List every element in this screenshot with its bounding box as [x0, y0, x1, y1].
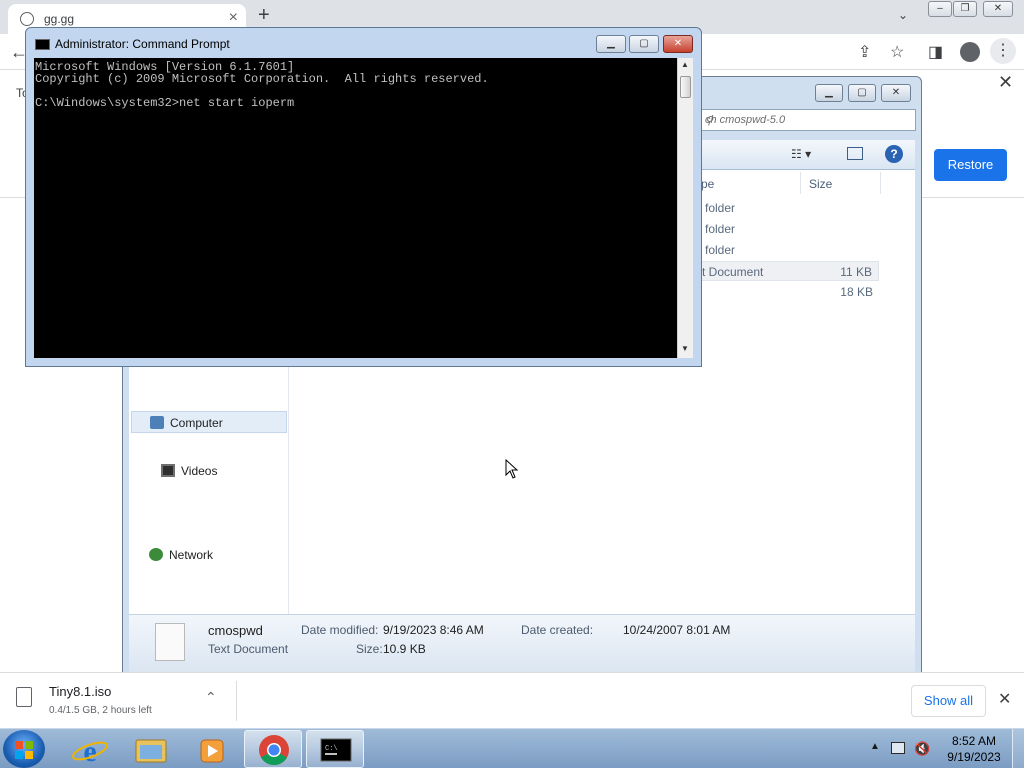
column-divider[interactable]: [800, 172, 801, 194]
search-icon[interactable]: ⚲: [705, 114, 911, 127]
console-scrollbar[interactable]: ▲ ▼: [677, 58, 693, 358]
cmd-minimize-button[interactable]: ▁: [596, 35, 626, 53]
side-panel-icon[interactable]: ◨: [928, 42, 943, 62]
cmd-maximize-button[interactable]: ▢: [629, 35, 659, 53]
profile-avatar[interactable]: [960, 42, 980, 62]
close-tab-icon[interactable]: ×: [229, 9, 238, 27]
date-modified-label: Date modified:: [301, 623, 379, 637]
restore-button[interactable]: Restore: [934, 149, 1007, 181]
computer-icon: [150, 416, 164, 429]
size-value: 10.9 KB: [383, 642, 426, 656]
window-title: Administrator: Command Prompt: [55, 37, 230, 51]
volume-muted-icon[interactable]: 🔇: [914, 741, 930, 757]
show-desktop-button[interactable]: [1012, 729, 1024, 768]
chrome-icon: [259, 735, 289, 766]
video-library-icon: [161, 464, 175, 477]
chevron-up-icon[interactable]: ⌃: [205, 689, 217, 706]
clock-time[interactable]: 8:52 AM: [945, 734, 1003, 748]
file-row[interactable]: e folder: [689, 240, 879, 260]
explorer-minimize-button[interactable]: ▁: [815, 84, 843, 102]
svg-text:e: e: [83, 735, 96, 768]
command-prompt-window: Administrator: Command Prompt ▁ ▢ ✕ Micr…: [25, 27, 702, 367]
nav-label: Computer: [170, 416, 223, 430]
scrollbar-thumb[interactable]: [680, 76, 691, 98]
explorer-search-input[interactable]: ch cmospwd-5.0 ⚲: [698, 109, 916, 131]
file-size: 18 KB: [840, 285, 873, 299]
infobar-close-icon[interactable]: ✕: [998, 72, 1013, 93]
scroll-down-arrow-icon[interactable]: ▼: [681, 344, 689, 353]
command-prompt-icon: C:\: [320, 738, 352, 762]
svg-text:C:\: C:\: [325, 745, 338, 753]
date-created-label: Date created:: [521, 623, 594, 637]
scroll-up-arrow-icon[interactable]: ▲: [681, 60, 689, 69]
folder-icon: [135, 739, 167, 763]
taskbar-media-player[interactable]: [182, 730, 240, 768]
nav-item-computer[interactable]: Computer: [131, 411, 287, 433]
windows-logo-icon: [25, 751, 33, 759]
browser-minimize-button[interactable]: –: [928, 1, 952, 17]
column-divider[interactable]: [880, 172, 881, 194]
download-filename[interactable]: Tiny8.1.iso: [49, 684, 111, 699]
show-all-button[interactable]: Show all: [911, 685, 986, 717]
media-player-icon: [200, 739, 224, 763]
command-prompt-icon: [35, 39, 50, 50]
file-row[interactable]: e folder: [689, 198, 879, 218]
file-size: 11 KB: [840, 265, 872, 279]
taskbar-command-prompt[interactable]: C:\: [306, 730, 364, 768]
taskbar-windows-explorer[interactable]: [121, 730, 179, 768]
divider: [236, 681, 237, 721]
preview-pane-icon[interactable]: [847, 147, 863, 160]
taskbar-internet-explorer[interactable]: e: [60, 730, 118, 768]
windows-logo-icon: [15, 741, 23, 749]
date-created-value: 10/24/2007 8:01 AM: [623, 623, 731, 637]
file-row-selected[interactable]: xt Document 11 KB: [689, 261, 879, 281]
network-status-icon[interactable]: [891, 742, 905, 754]
console-line: Copyright (c) 2009 Microsoft Corporation…: [35, 72, 489, 86]
nav-label: Videos: [181, 464, 218, 478]
text-document-icon: [155, 623, 185, 661]
share-icon[interactable]: ⇪: [858, 42, 871, 62]
file-icon: [16, 687, 32, 707]
tab-title: gg.gg: [44, 12, 75, 26]
browser-restore-button[interactable]: ❐: [953, 1, 977, 17]
console-output[interactable]: Microsoft Windows [Version 6.1.7601] Cop…: [34, 58, 693, 358]
more-menu-icon[interactable]: ⋮: [990, 38, 1016, 64]
file-row[interactable]: e 18 KB: [689, 282, 879, 302]
start-button[interactable]: [3, 730, 45, 768]
taskbar: e C:\ ▲ 🔇 8:52 AM 9/19/2023: [0, 728, 1024, 768]
nav-item-network[interactable]: Network: [131, 544, 287, 566]
nav-item-videos[interactable]: Videos: [131, 460, 287, 482]
file-row[interactable]: e folder: [689, 219, 879, 239]
mouse-cursor-icon: [505, 459, 519, 479]
clock-date[interactable]: 9/19/2023: [945, 750, 1003, 764]
file-type: xt Document: [696, 265, 764, 279]
explorer-close-button[interactable]: ✕: [881, 84, 911, 102]
explorer-maximize-button[interactable]: ▢: [848, 84, 876, 102]
console-line: C:\Windows\system32>net start ioperm: [35, 96, 295, 110]
globe-icon: [20, 12, 34, 26]
help-icon[interactable]: ?: [885, 145, 903, 163]
bookmark-star-icon[interactable]: ☆: [890, 42, 904, 62]
windows-logo-icon: [25, 741, 33, 749]
date-modified-value: 9/19/2023 8:46 AM: [383, 623, 484, 637]
tab-search-chevron-icon[interactable]: ⌄: [898, 8, 908, 22]
detail-file-name: cmospwd: [208, 623, 263, 638]
download-status: 0.4/1.5 GB, 2 hours left: [49, 705, 152, 716]
network-icon: [149, 548, 163, 561]
size-label: Size:: [356, 642, 383, 656]
column-header-size[interactable]: Size: [809, 177, 832, 191]
detail-file-type: Text Document: [208, 642, 289, 656]
show-hidden-icons-icon[interactable]: ▲: [870, 741, 880, 752]
browser-close-button[interactable]: ✕: [983, 1, 1013, 17]
cmd-close-button[interactable]: ✕: [663, 35, 693, 53]
close-shelf-icon[interactable]: ✕: [998, 689, 1011, 709]
windows-logo-icon: [15, 751, 23, 759]
taskbar-chrome[interactable]: [244, 730, 302, 768]
view-options-icon[interactable]: ☷ ▾: [791, 147, 811, 161]
download-shelf: Tiny8.1.iso 0.4/1.5 GB, 2 hours left ⌃ S…: [0, 672, 1024, 728]
new-tab-button[interactable]: +: [258, 4, 270, 27]
details-pane: cmospwd Text Document Date modified: 9/1…: [129, 614, 915, 672]
internet-explorer-icon: e: [71, 735, 109, 768]
nav-label: Network: [169, 548, 214, 562]
